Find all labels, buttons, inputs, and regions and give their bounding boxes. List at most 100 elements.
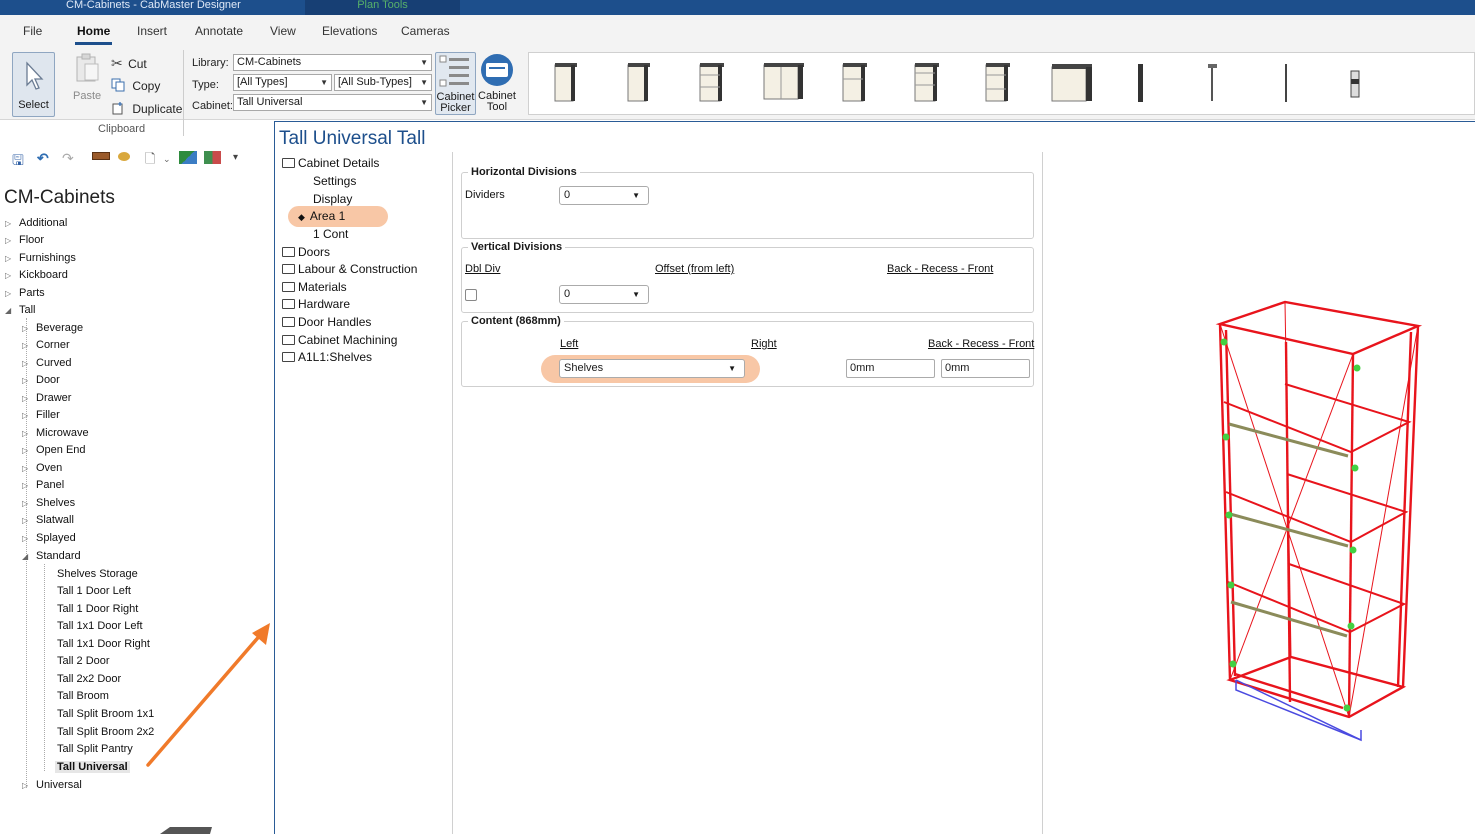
cabinet-thumbnail[interactable]: [696, 61, 726, 105]
tree-leaf-tall-broom[interactable]: Tall Broom: [57, 690, 109, 702]
nav-cabinet-machining[interactable]: Cabinet Machining: [282, 333, 397, 347]
context-tab-plan-tools[interactable]: Plan Tools: [305, 0, 460, 15]
tab-file[interactable]: File: [23, 24, 42, 38]
tree-item-kickboard[interactable]: ▷ Kickboard: [5, 269, 68, 281]
dividers-dropdown[interactable]: 0 ▼: [559, 186, 649, 205]
tree-leaf-tall-split-pantry[interactable]: Tall Split Pantry: [57, 743, 133, 755]
cabinet-thumbnail[interactable]: [1206, 61, 1220, 105]
cursor-arrow-icon: [26, 61, 44, 90]
tree-item-shelves[interactable]: ▷ Shelves: [22, 497, 75, 509]
nav-area-1[interactable]: ◆ Area 1: [298, 209, 345, 223]
tab-insert[interactable]: Insert: [137, 24, 167, 38]
cabinet-combo[interactable]: Tall Universal ▼: [233, 94, 432, 111]
tree-item-furnishings[interactable]: ▷ Furnishings: [5, 252, 76, 264]
nav-doors[interactable]: Doors: [282, 245, 330, 259]
chevron-down-icon[interactable]: ⌄: [163, 154, 171, 165]
type-combo[interactable]: [All Types] ▼: [233, 74, 332, 91]
vertical-offset-dropdown[interactable]: 0 ▼: [559, 285, 649, 304]
nav-cabinet-details[interactable]: Cabinet Details: [282, 156, 379, 170]
tree-item-universal[interactable]: ▷ Universal: [22, 779, 82, 791]
library-combo[interactable]: CM-Cabinets ▼: [233, 54, 432, 71]
nav-1-cont[interactable]: 1 Cont: [313, 227, 348, 241]
nav-door-handles[interactable]: Door Handles: [282, 315, 371, 329]
paste-button[interactable]: Paste: [70, 53, 104, 108]
nav-display[interactable]: Display: [313, 192, 352, 206]
preview-fragment: [160, 827, 212, 834]
content-type-dropdown[interactable]: Shelves ▼: [559, 359, 745, 378]
tree-item-drawer[interactable]: ▷ Drawer: [22, 392, 71, 404]
cabinet-label: Cabinet:: [192, 100, 233, 112]
tree-item-corner[interactable]: ▷ Corner: [22, 339, 70, 351]
duplicate-button[interactable]: Duplicate: [111, 101, 182, 116]
tree-leaf-tall-2-door[interactable]: Tall 2 Door: [57, 655, 110, 667]
nav-labour-construction[interactable]: Labour & Construction: [282, 262, 417, 276]
tree-item-filler[interactable]: ▷ Filler: [22, 409, 60, 421]
undo-icon[interactable]: ↶: [37, 150, 49, 167]
cabinet-thumbnail[interactable]: [1134, 61, 1148, 105]
tree-item-door[interactable]: ▷ Door: [22, 374, 60, 386]
cabinet-thumbnail[interactable]: [551, 61, 579, 105]
tree-item-oven[interactable]: ▷ Oven: [22, 462, 62, 474]
tree-leaf-shelves-storage[interactable]: Shelves Storage: [57, 568, 138, 580]
dbl-div-checkbox[interactable]: [465, 289, 477, 301]
tree-leaf-tall-1x1-door-left[interactable]: Tall 1x1 Door Left: [57, 620, 143, 632]
copy-button[interactable]: Copy: [111, 78, 160, 93]
nav-a1l1-shelves[interactable]: A1L1:Shelves: [282, 350, 372, 364]
cabinet-tool-label-2: Tool: [486, 101, 508, 113]
nav-materials[interactable]: Materials: [282, 280, 347, 294]
cabinet-thumbnail[interactable]: [1347, 61, 1363, 105]
nav-settings[interactable]: Settings: [313, 174, 356, 188]
cabinet-thumbnail[interactable]: [911, 61, 941, 105]
cabinet-thumbnail[interactable]: [1049, 61, 1095, 107]
tree-leaf-tall-1-door-left[interactable]: Tall 1 Door Left: [57, 585, 131, 597]
tree-leaf-tall-1-door-right[interactable]: Tall 1 Door Right: [57, 603, 138, 615]
recess-input[interactable]: 0mm: [846, 359, 935, 378]
tab-cameras[interactable]: Cameras: [401, 24, 450, 38]
tree-item-label: Curved: [36, 357, 72, 369]
tab-view[interactable]: View: [270, 24, 296, 38]
tree-item-beverage[interactable]: ▷ Beverage: [22, 322, 83, 334]
tree-item-standard[interactable]: ◢ Standard: [22, 550, 81, 562]
cabinet-thumbnail[interactable]: [839, 61, 869, 105]
select-button[interactable]: Select: [12, 52, 55, 117]
cut-button[interactable]: ✂ Cut: [111, 55, 147, 72]
front-input[interactable]: 0mm: [941, 359, 1030, 378]
materials-icon[interactable]: [204, 151, 221, 164]
tree-item-panel[interactable]: ▷ Panel: [22, 479, 64, 491]
cabinet-thumbnail[interactable]: [982, 61, 1012, 105]
tree-item-floor[interactable]: ▷ Floor: [5, 234, 44, 246]
content-type-value: Shelves: [564, 362, 604, 374]
cabinet-thumbnail[interactable]: [624, 61, 652, 105]
document-icon[interactable]: 🗋: [145, 150, 155, 172]
cabinet-thumbnail[interactable]: [761, 61, 805, 105]
tree-leaf-tall-universal[interactable]: Tall Universal: [55, 761, 130, 773]
tree-item-tall[interactable]: ◢ Tall: [5, 304, 36, 316]
tree-item-label: Furnishings: [19, 252, 76, 264]
tab-annotate[interactable]: Annotate: [195, 24, 243, 38]
wall-icon[interactable]: [92, 152, 110, 160]
nav-hardware[interactable]: Hardware: [282, 297, 350, 311]
cabinet-tool-button[interactable]: Cabinet Tool: [477, 52, 517, 115]
tree-item-curved[interactable]: ▷ Curved: [22, 357, 71, 369]
tree-item-slatwall[interactable]: ▷ Slatwall: [22, 514, 74, 526]
light-icon[interactable]: [118, 152, 130, 161]
tree-leaf-tall-1x1-door-right[interactable]: Tall 1x1 Door Right: [57, 638, 150, 650]
customize-toolbar-icon[interactable]: ▾: [233, 152, 238, 163]
cabinet-3d-preview[interactable]: [1043, 152, 1475, 834]
tree-item-splayed[interactable]: ▷ Splayed: [22, 532, 76, 544]
save-icon[interactable]: 🖫: [12, 150, 24, 174]
tab-home[interactable]: Home: [74, 24, 113, 45]
redo-icon[interactable]: ↷: [62, 150, 74, 167]
subtype-combo[interactable]: [All Sub-Types] ▼: [334, 74, 432, 91]
terrain-icon[interactable]: [179, 151, 197, 164]
folder-icon: [282, 282, 295, 292]
tree-item-parts[interactable]: ▷ Parts: [5, 287, 45, 299]
cabinet-picker-button[interactable]: Cabinet Picker: [435, 52, 476, 115]
tab-elevations[interactable]: Elevations: [322, 24, 377, 38]
tree-item-open-end[interactable]: ▷ Open End: [22, 444, 86, 456]
tree-item-microwave[interactable]: ▷ Microwave: [22, 427, 89, 439]
expand-triangle-icon: ▷: [22, 499, 29, 508]
tree-item-additional[interactable]: ▷ Additional: [5, 217, 67, 229]
tree-leaf-tall-2x2-door[interactable]: Tall 2x2 Door: [57, 673, 121, 685]
cabinet-thumbnail[interactable]: [1280, 61, 1294, 105]
